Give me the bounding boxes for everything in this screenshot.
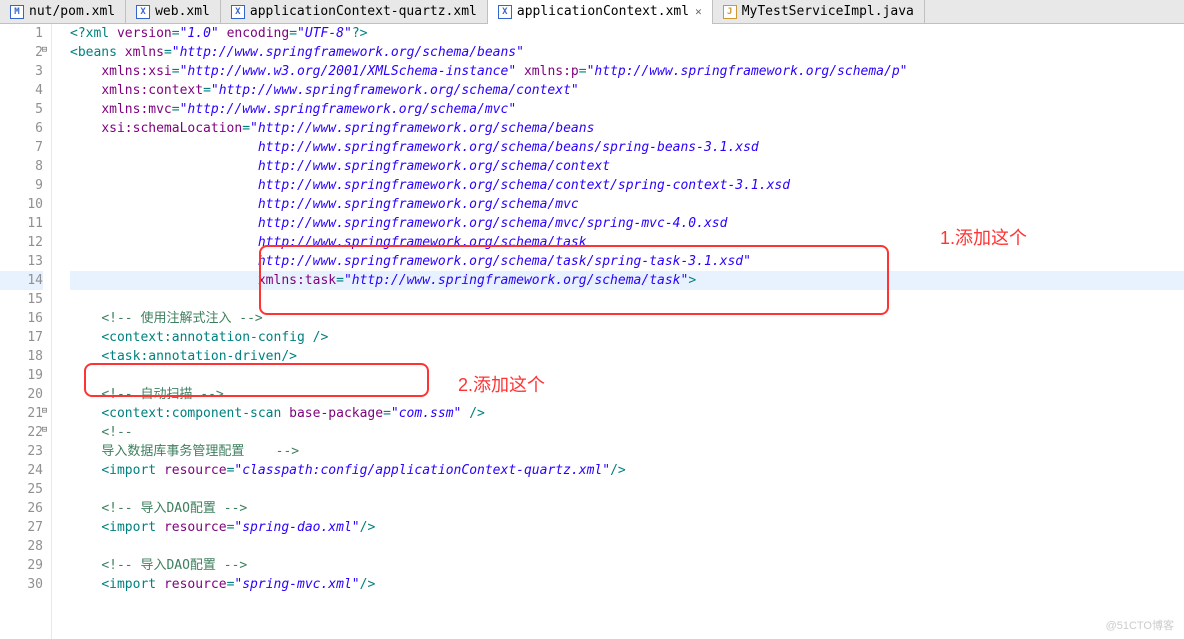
- code-line[interactable]: [70, 366, 1184, 385]
- file-type-icon: X: [136, 5, 150, 19]
- tab-nut-pom-xml[interactable]: Mnut/pom.xml: [0, 0, 126, 24]
- line-number: 24: [0, 461, 43, 480]
- code-line[interactable]: 导入数据库事务管理配置 -->: [70, 442, 1184, 461]
- file-type-icon: X: [231, 5, 245, 19]
- code-line[interactable]: <!-- 自动扫描 -->: [70, 385, 1184, 404]
- code-line[interactable]: xsi:schemaLocation="http://www.springfra…: [70, 119, 1184, 138]
- line-number: 13: [0, 252, 43, 271]
- code-line[interactable]: <import resource="spring-mvc.xml"/>: [70, 575, 1184, 594]
- tab-label: MyTestServiceImpl.java: [742, 4, 914, 19]
- line-number: 17: [0, 328, 43, 347]
- fold-icon[interactable]: ⊟: [39, 426, 50, 437]
- code-area[interactable]: <?xml version="1.0" encoding="UTF-8"?><b…: [52, 24, 1184, 639]
- code-line[interactable]: <?xml version="1.0" encoding="UTF-8"?>: [70, 24, 1184, 43]
- line-number: 6: [0, 119, 43, 138]
- tab-web-xml[interactable]: Xweb.xml: [126, 0, 221, 24]
- line-number: 22⊟: [0, 423, 43, 442]
- code-line[interactable]: http://www.springframework.org/schema/ta…: [70, 252, 1184, 271]
- code-line[interactable]: <beans xmlns="http://www.springframework…: [70, 43, 1184, 62]
- tab-mytestserviceimpl-java[interactable]: J MyTestServiceImpl.java: [713, 0, 925, 24]
- tab-label: nut/pom.xml: [29, 4, 115, 19]
- line-number: 5: [0, 100, 43, 119]
- line-number: 21⊟: [0, 404, 43, 423]
- file-type-icon: J: [723, 5, 737, 19]
- code-line[interactable]: [70, 537, 1184, 556]
- line-number: 7: [0, 138, 43, 157]
- line-number-gutter: 12⊟3456789101112131415161718192021⊟22⊟23…: [0, 24, 52, 639]
- code-line[interactable]: http://www.springframework.org/schema/co…: [70, 176, 1184, 195]
- line-number: 26: [0, 499, 43, 518]
- code-line[interactable]: [70, 290, 1184, 309]
- tab-label: applicationContext-quartz.xml: [250, 4, 477, 19]
- code-line[interactable]: xmlns:context="http://www.springframewor…: [70, 81, 1184, 100]
- code-line[interactable]: http://www.springframework.org/schema/be…: [70, 138, 1184, 157]
- close-icon[interactable]: ✕: [695, 5, 702, 18]
- line-number: 9: [0, 176, 43, 195]
- code-line[interactable]: <!-- 导入DAO配置 -->: [70, 499, 1184, 518]
- line-number: 12: [0, 233, 43, 252]
- line-number: 27: [0, 518, 43, 537]
- line-number: 29: [0, 556, 43, 575]
- fold-icon[interactable]: ⊟: [39, 46, 50, 57]
- code-editor[interactable]: 12⊟3456789101112131415161718192021⊟22⊟23…: [0, 24, 1184, 639]
- tab-label: applicationContext.xml: [517, 4, 689, 19]
- code-line[interactable]: <task:annotation-driven/>: [70, 347, 1184, 366]
- watermark: @51CTO博客: [1106, 617, 1174, 633]
- line-number: 19: [0, 366, 43, 385]
- line-number: 3: [0, 62, 43, 81]
- code-line[interactable]: xmlns:xsi="http://www.w3.org/2001/XMLSch…: [70, 62, 1184, 81]
- line-number: 8: [0, 157, 43, 176]
- code-line[interactable]: <import resource="spring-dao.xml"/>: [70, 518, 1184, 537]
- code-line[interactable]: <!-- 导入DAO配置 -->: [70, 556, 1184, 575]
- line-number: 18: [0, 347, 43, 366]
- code-line[interactable]: <import resource="classpath:config/appli…: [70, 461, 1184, 480]
- line-number: 10: [0, 195, 43, 214]
- line-number: 2⊟: [0, 43, 43, 62]
- line-number: 16: [0, 309, 43, 328]
- code-line[interactable]: <context:annotation-config />: [70, 328, 1184, 347]
- fold-icon[interactable]: ⊟: [39, 407, 50, 418]
- code-line[interactable]: xmlns:mvc="http://www.springframework.or…: [70, 100, 1184, 119]
- line-number: 1: [0, 24, 43, 43]
- line-number: 4: [0, 81, 43, 100]
- line-number: 28: [0, 537, 43, 556]
- line-number: 23: [0, 442, 43, 461]
- line-number: 20: [0, 385, 43, 404]
- line-number: 14: [0, 271, 43, 290]
- code-line[interactable]: xmlns:task="http://www.springframework.o…: [70, 271, 1184, 290]
- line-number: 11: [0, 214, 43, 233]
- code-line[interactable]: http://www.springframework.org/schema/co…: [70, 157, 1184, 176]
- line-number: 25: [0, 480, 43, 499]
- line-number: 30: [0, 575, 43, 594]
- tab-label: web.xml: [155, 4, 210, 19]
- tab-bar: Mnut/pom.xmlXweb.xmlXapplicationContext-…: [0, 0, 1184, 24]
- code-line[interactable]: http://www.springframework.org/schema/mv…: [70, 195, 1184, 214]
- code-line[interactable]: http://www.springframework.org/schema/mv…: [70, 214, 1184, 233]
- line-number: 15: [0, 290, 43, 309]
- code-line[interactable]: <!-- 使用注解式注入 -->: [70, 309, 1184, 328]
- tab-applicationcontext-xml[interactable]: XapplicationContext.xml ✕: [488, 0, 713, 24]
- code-line[interactable]: [70, 480, 1184, 499]
- file-type-icon: X: [498, 5, 512, 19]
- file-type-icon: M: [10, 5, 24, 19]
- code-line[interactable]: http://www.springframework.org/schema/ta…: [70, 233, 1184, 252]
- code-line[interactable]: <!--: [70, 423, 1184, 442]
- tab-applicationcontext-quartz-xml[interactable]: XapplicationContext-quartz.xml: [221, 0, 488, 24]
- code-line[interactable]: <context:component-scan base-package="co…: [70, 404, 1184, 423]
